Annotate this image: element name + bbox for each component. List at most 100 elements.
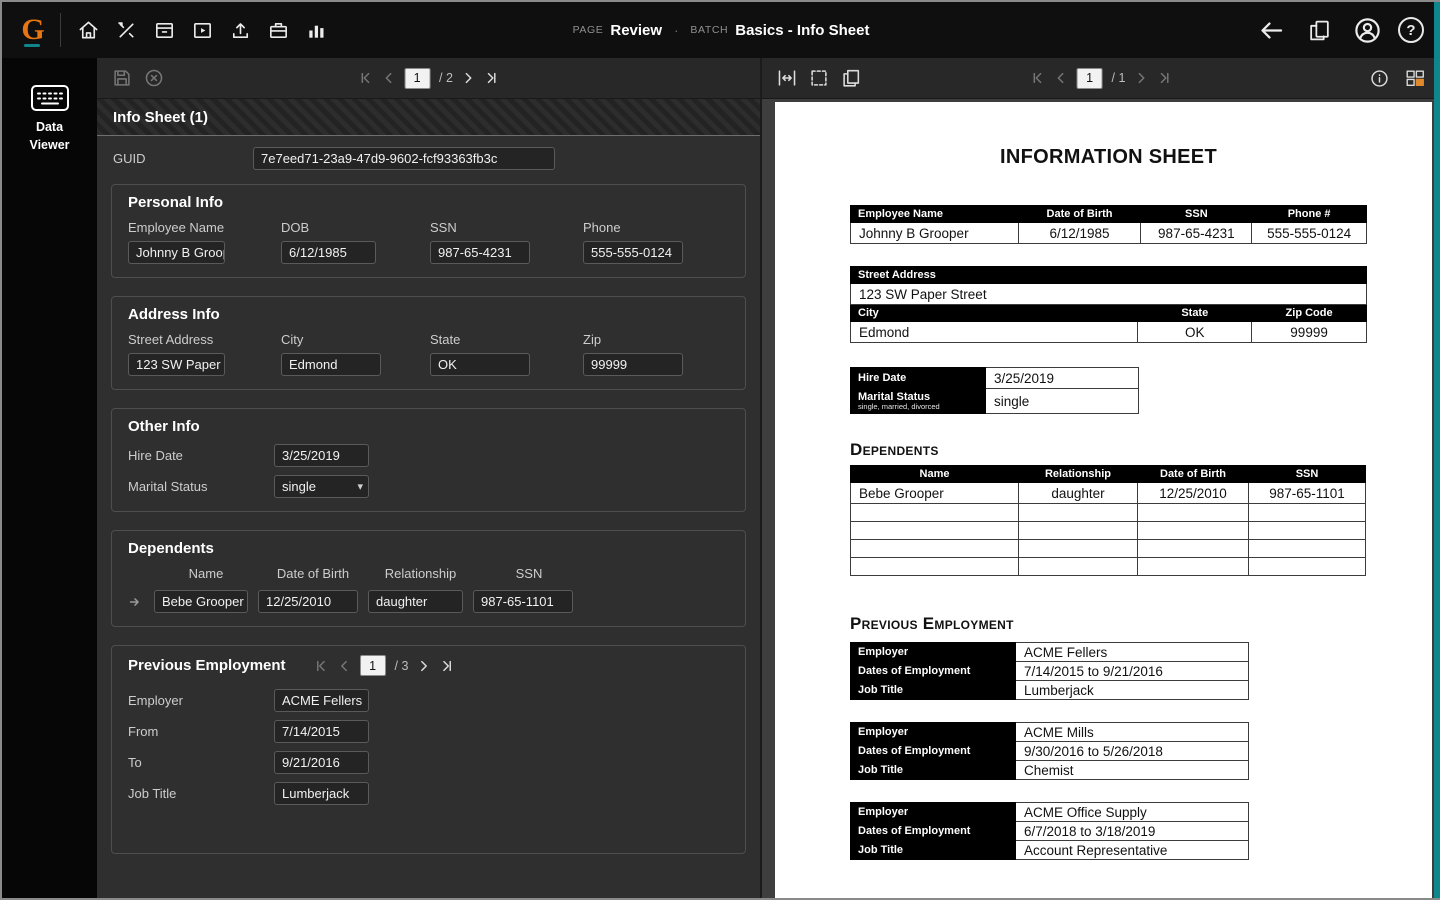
cancel-icon[interactable] [143,67,165,89]
documents-icon[interactable] [1302,13,1336,47]
phone-field[interactable]: 555-555-0124 [583,241,683,264]
jobs-icon[interactable] [261,13,295,47]
cell: 123 SW Paper Street [851,284,1367,305]
media-folder-icon[interactable] [185,13,219,47]
last-page-icon[interactable] [485,71,499,85]
left-sidebar: Data Viewer [2,58,97,898]
table-row: Hire Date 3/25/2019 [851,368,1139,389]
app-logo[interactable]: G [10,15,56,45]
cell: ACME Fellers [1016,643,1249,662]
first-page-icon[interactable] [358,71,372,85]
next-page-icon[interactable] [462,71,476,85]
cell: daughter [1019,483,1138,504]
doc-dependents-table: Name Relationship Date of Birth SSN Bebe… [850,465,1366,576]
stats-icon[interactable] [299,13,333,47]
page-number-input[interactable]: 1 [404,68,430,89]
select-region-icon[interactable] [808,67,830,89]
marital-status-label: Marital Status [128,479,274,494]
prev-page-icon[interactable] [1054,71,1068,85]
first-page-icon[interactable] [1031,71,1045,85]
logo-letter: G [21,13,44,46]
table-row: Job Title Chemist [851,761,1249,780]
dependent-dob-field[interactable]: 12/25/2010 [258,590,358,613]
city-field[interactable]: Edmond [281,353,381,376]
user-account-icon[interactable] [1350,13,1384,47]
last-record-icon[interactable] [440,659,454,673]
cell: Account Representative [1016,841,1249,860]
document-viewer-panel: 1 / 1 INFORMATION SHEET [762,58,1440,898]
next-page-icon[interactable] [1134,71,1148,85]
fit-width-icon[interactable] [776,67,798,89]
main-area: Data Viewer 1 / 2 [2,58,1440,898]
save-icon[interactable] [111,67,133,89]
marital-status-select[interactable]: single ▾ [274,475,369,498]
top-bar: G [2,2,1440,58]
table-row-empty [851,540,1366,558]
marital-sub-label: single, married, divorced [858,403,978,411]
employer-field[interactable]: ACME Fellers [274,689,369,712]
zip-field[interactable]: 99999 [583,353,683,376]
view-options-icon[interactable] [1404,67,1426,89]
dependents-heading: Dependents [850,440,1367,460]
cell: Employer [851,643,1016,662]
sidebar-item-data-viewer[interactable]: Data Viewer [2,72,97,168]
row-marker-icon[interactable] [128,595,154,609]
page-value: Review [610,22,662,39]
cell: 12/25/2010 [1138,483,1249,504]
section-personal-info: Personal Info Employee Name Johnny B Gro… [111,184,746,278]
archive-icon[interactable] [147,13,181,47]
record-number-input[interactable]: 1 [360,655,386,676]
data-viewer-panel: 1 / 2 Info Sheet (1) GUID 7e7eed71-23a9-… [97,58,762,898]
dependent-name-field[interactable]: Bebe Grooper [154,590,248,613]
section-title: Dependents [128,540,731,557]
cell: State [1138,305,1252,322]
app-window: G [0,0,1440,900]
home-icon[interactable] [71,13,105,47]
dependent-ssn-field[interactable]: 987-65-1101 [473,590,573,613]
help-icon[interactable]: ? [1398,17,1424,43]
table-row: Employer ACME Office Supply [851,803,1249,822]
document-viewport[interactable]: INFORMATION SHEET Employee Name Date of … [762,99,1440,898]
prev-page-icon[interactable] [381,71,395,85]
prev-record-icon[interactable] [337,659,351,673]
dob-label: DOB [281,220,430,235]
street-field[interactable]: 123 SW Paper Street [128,353,225,376]
back-arrow-icon[interactable] [1254,13,1288,47]
cell: Name [851,466,1019,483]
table-header-row: Street Address [851,267,1367,284]
street-label: Street Address [128,332,281,347]
dependent-relationship-field[interactable]: daughter [368,590,463,613]
to-label: To [128,755,274,770]
section-other-info: Other Info Hire Date 3/25/2019 Marital S… [111,408,746,512]
copy-pages-icon[interactable] [840,67,862,89]
document-type-header[interactable]: Info Sheet (1) [97,99,760,136]
to-field[interactable]: 9/21/2016 [274,751,369,774]
marital-status-value: single [282,479,316,494]
guid-field[interactable]: 7e7eed71-23a9-47d9-9602-fcf93363fb3c [253,147,555,170]
table-row: Dates of Employment 9/30/2016 to 5/26/20… [851,742,1249,761]
dob-field[interactable]: 6/12/1985 [281,241,376,264]
info-icon[interactable] [1369,68,1390,89]
last-page-icon[interactable] [1157,71,1171,85]
first-record-icon[interactable] [314,659,328,673]
page-number-input[interactable]: 1 [1077,68,1103,89]
cell: 3/25/2019 [986,368,1139,389]
batch-value: Basics - Info Sheet [735,22,869,39]
cell: 9/30/2016 to 5/26/2018 [1016,742,1249,761]
logo-accent [24,44,40,47]
hire-date-field[interactable]: 3/25/2019 [274,444,369,467]
from-field[interactable]: 7/14/2015 [274,720,369,743]
table-row: Employer ACME Mills [851,723,1249,742]
doc-employment-table-1: Employer ACME Fellers Dates of Employmen… [850,642,1249,700]
tools-icon[interactable] [109,13,143,47]
separator-dot: · [674,23,678,38]
next-record-icon[interactable] [417,659,431,673]
viewer-toolbar: 1 / 1 [762,58,1440,99]
ssn-field[interactable]: 987-65-4231 [430,241,530,264]
upload-icon[interactable] [223,13,257,47]
state-field[interactable]: OK [430,353,530,376]
job-title-field[interactable]: Lumberjack [274,782,369,805]
employee-name-field[interactable]: Johnny B Grooper [128,241,225,264]
divider [60,13,61,47]
cell: Job Title [851,681,1016,700]
